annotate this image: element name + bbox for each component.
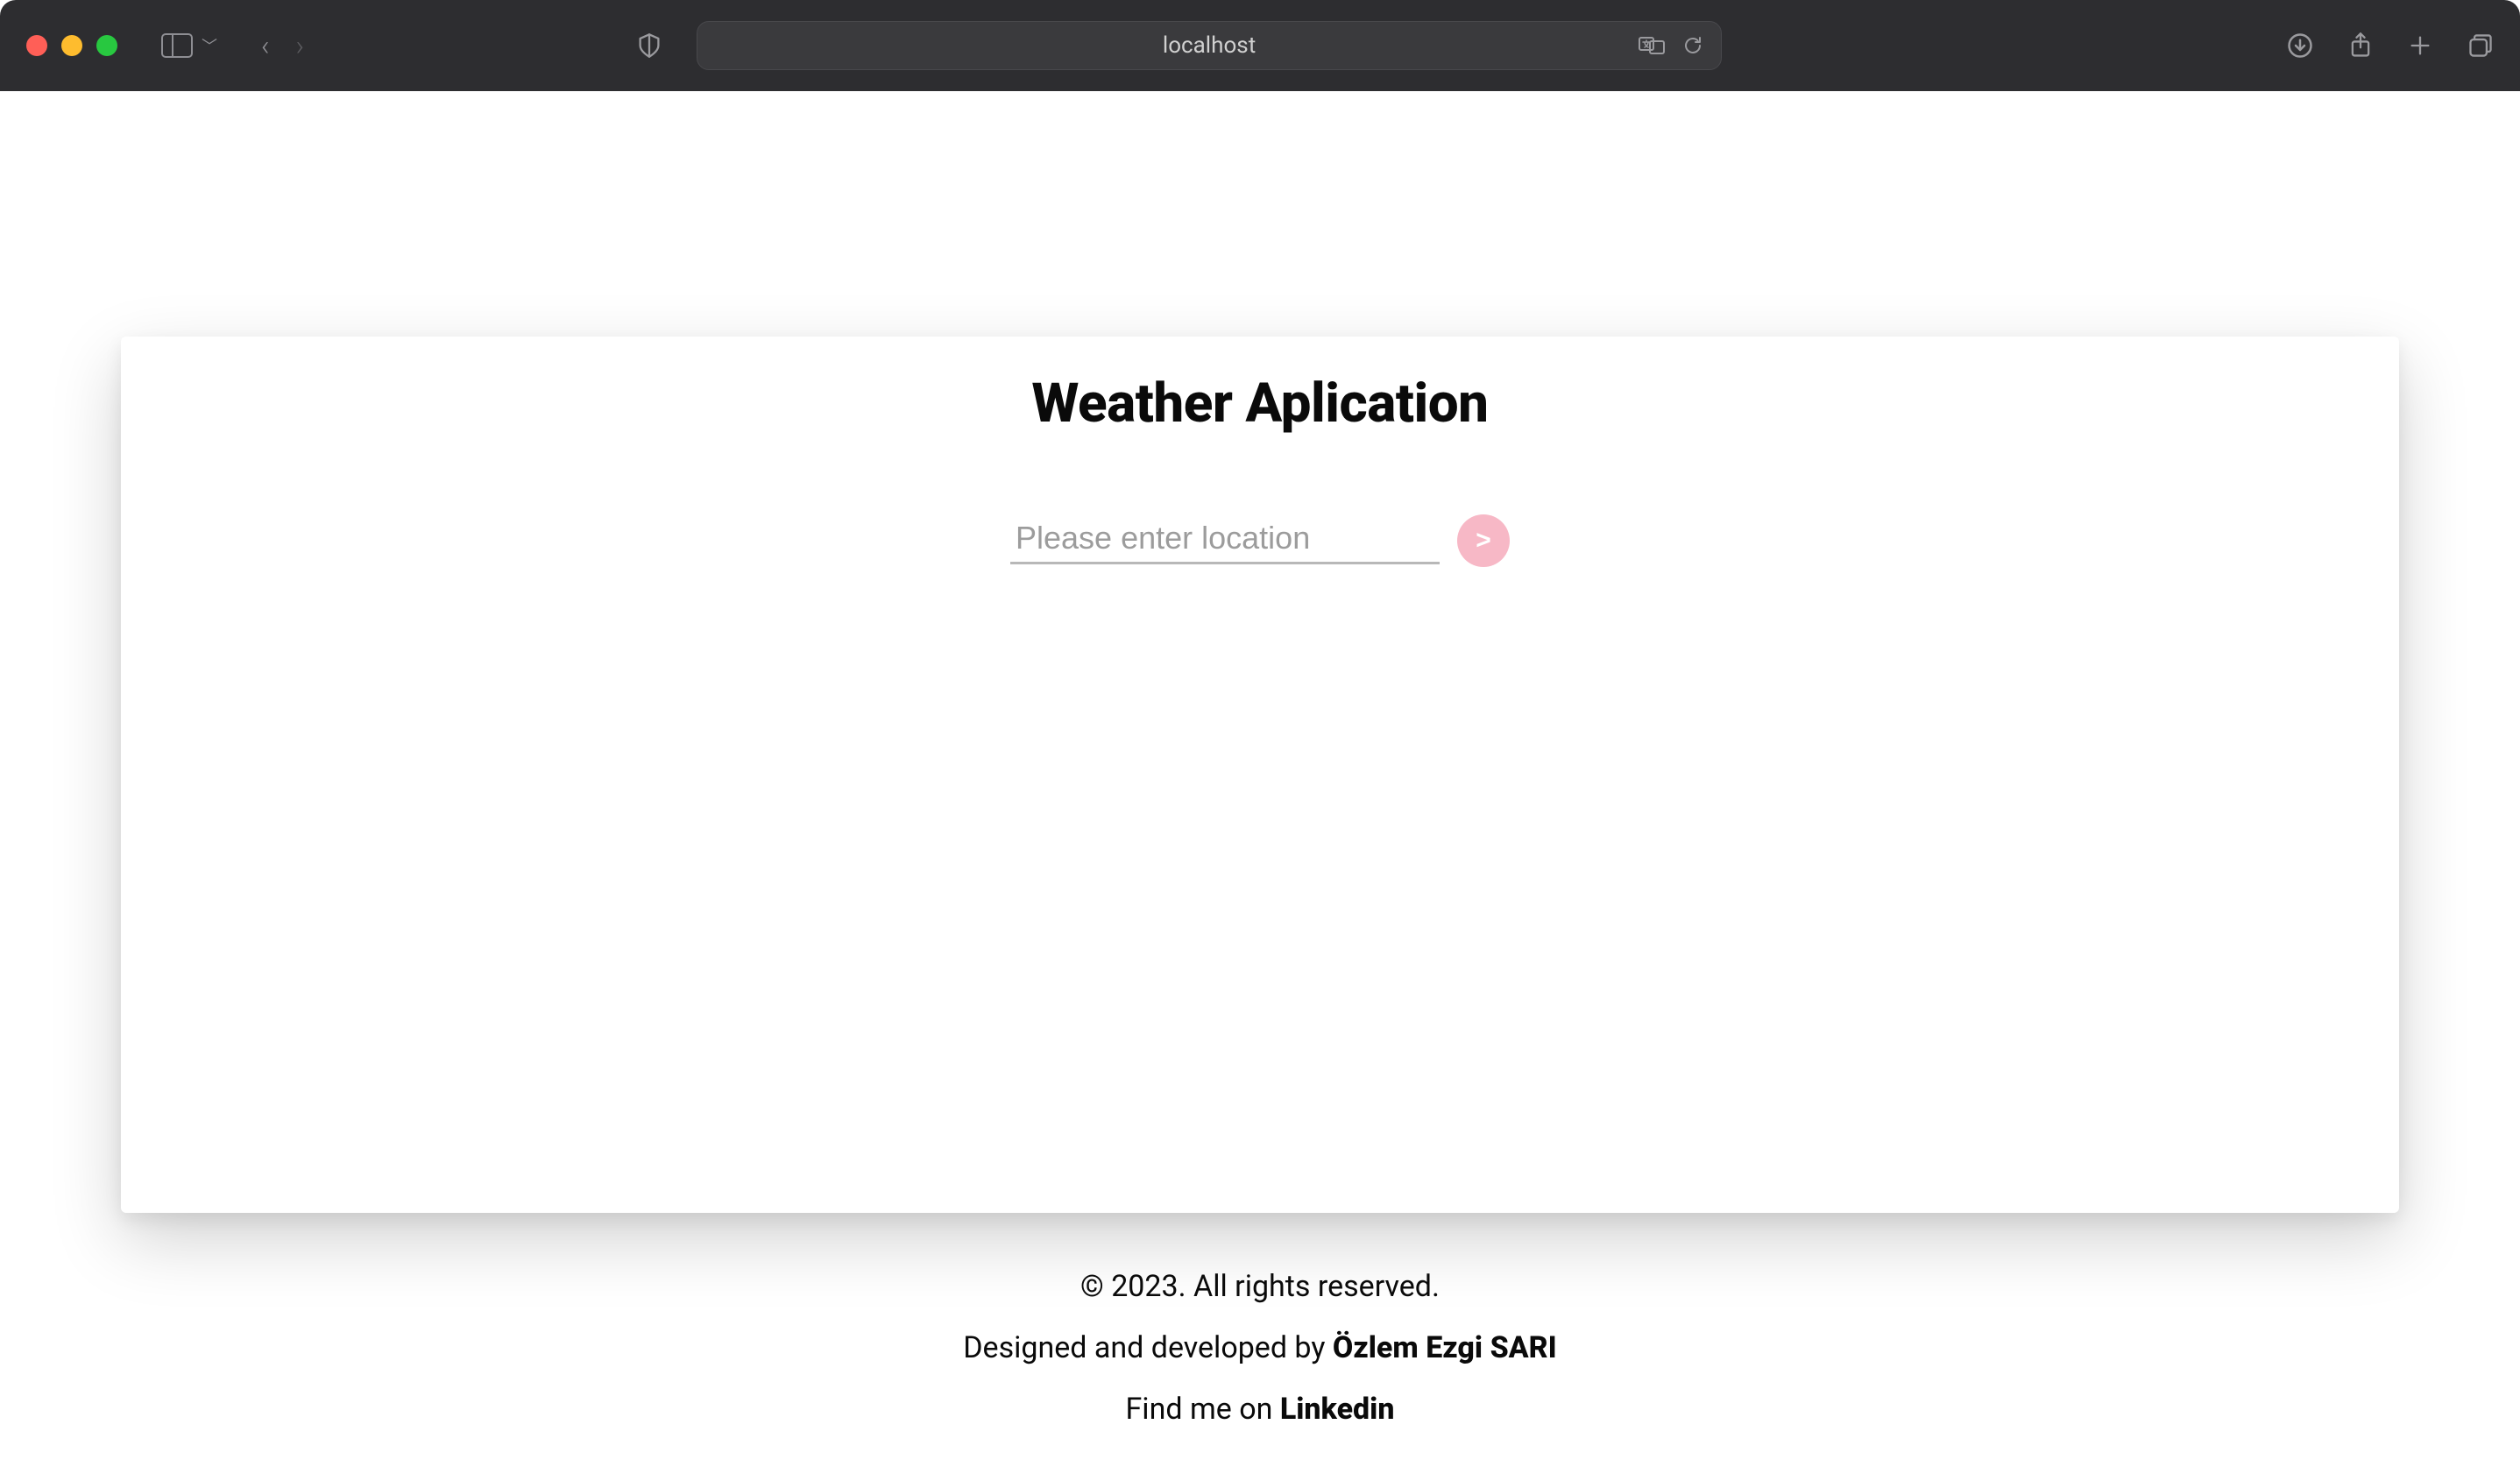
browser-chrome: ﹀ ‹ › localhost: [0, 0, 2520, 91]
designed-by-line: Designed and developed by Özlem Ezgi SAR…: [963, 1330, 1557, 1365]
nav-arrows: ‹ ›: [261, 29, 304, 62]
location-input[interactable]: [1010, 518, 1440, 564]
sidebar-toggle-icon[interactable]: [161, 33, 193, 58]
window-maximize-icon[interactable]: [96, 35, 117, 56]
designed-prefix: Designed and developed by: [963, 1330, 1333, 1365]
chrome-right-icons: [2287, 32, 2494, 60]
translate-icon[interactable]: [1639, 35, 1665, 56]
findme-prefix: Find me on: [1126, 1392, 1280, 1427]
app-card: Weather Aplication >: [121, 337, 2399, 1213]
page-body: Weather Aplication > © 2023. All rights …: [0, 91, 2520, 1467]
address-bar-right-icons: [1639, 35, 1703, 56]
forward-button: ›: [296, 29, 305, 62]
share-icon[interactable]: [2348, 32, 2373, 60]
new-tab-icon[interactable]: [2408, 33, 2432, 58]
reload-icon[interactable]: [1682, 35, 1703, 56]
findme-line: Find me on Linkedin: [1126, 1392, 1395, 1427]
tab-overview-icon[interactable]: [2467, 32, 2494, 59]
search-row: >: [1010, 514, 1510, 567]
privacy-shield-icon[interactable]: [637, 32, 662, 59]
downloads-icon[interactable]: [2287, 32, 2313, 59]
designer-name: Özlem Ezgi SARI: [1333, 1330, 1557, 1365]
app-title: Weather Aplication: [1031, 372, 1488, 436]
submit-button[interactable]: >: [1457, 514, 1510, 567]
window-close-icon[interactable]: [26, 35, 47, 56]
copyright-text: © 2023. All rights reserved.: [1080, 1269, 1440, 1304]
back-button[interactable]: ‹: [261, 29, 270, 62]
address-bar-text: localhost: [1163, 32, 1256, 59]
footer: © 2023. All rights reserved. Designed an…: [963, 1269, 1557, 1427]
chevron-down-icon[interactable]: ﹀: [202, 34, 217, 57]
window-traffic-lights: [26, 35, 117, 56]
address-bar[interactable]: localhost: [697, 21, 1722, 70]
linkedin-link[interactable]: Linkedin: [1280, 1392, 1395, 1427]
window-minimize-icon[interactable]: [61, 35, 82, 56]
sidebar-toggle-group: ﹀: [161, 33, 217, 58]
